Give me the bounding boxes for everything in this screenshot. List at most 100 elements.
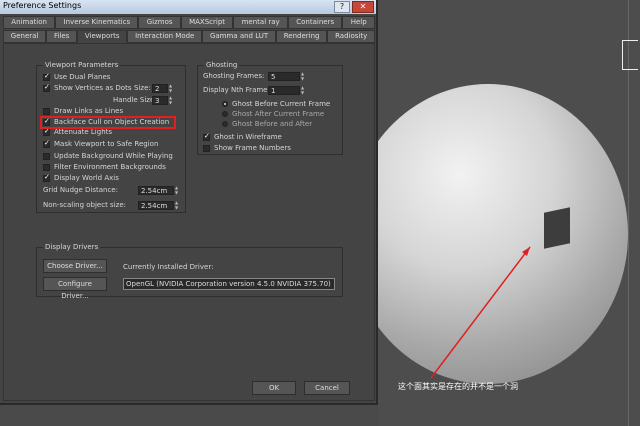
titlebar: Preference Settings ? ✕ [0, 0, 376, 14]
face-patch [544, 207, 570, 249]
show-vertices-checkbox[interactable] [43, 83, 50, 92]
ghosting-frames-label: Ghosting Frames: [203, 72, 265, 80]
tab-interaction-mode[interactable]: Interaction Mode [127, 30, 203, 43]
checkbox-label: Show Frame Numbers [214, 144, 291, 152]
tab-rendering[interactable]: Rendering [275, 30, 328, 43]
tab-gamma-and-lut[interactable]: Gamma and LUT [202, 30, 276, 43]
use-dual-planes-checkbox[interactable] [43, 72, 50, 81]
update-background-checkbox[interactable] [43, 152, 50, 160]
highlight-box [40, 116, 176, 129]
display-drivers-group: Display Drivers Choose Driver... Current… [36, 243, 343, 300]
ghosting-frames-field[interactable]: 5 [268, 71, 300, 81]
display-world-axis-row[interactable]: Display World Axis [43, 173, 119, 183]
sphere-object[interactable] [378, 84, 628, 384]
non-scaling-spinner[interactable]: 2.54cm ▲ ▼ [138, 200, 181, 210]
tab-inverse-kinematics[interactable]: Inverse Kinematics [55, 16, 139, 29]
grid-nudge-label: Grid Nudge Distance: [43, 186, 118, 194]
filter-env-row[interactable]: Filter Environment Backgrounds [43, 162, 166, 172]
checkbox-label: Ghost in Wireframe [214, 133, 282, 141]
tab-animation[interactable]: Animation [3, 16, 56, 29]
spinner-arrows-icon[interactable]: ▲ ▼ [169, 83, 175, 93]
spinner-arrows-icon[interactable]: ▲ ▼ [175, 200, 181, 210]
show-frame-numbers-checkbox[interactable] [203, 144, 210, 152]
checkbox-label: Draw Links as Lines [54, 107, 124, 115]
nth-frame-spinner[interactable]: 1 ▲ ▼ [268, 85, 307, 95]
spinner-arrows-icon[interactable]: ▲ ▼ [301, 85, 307, 95]
spinner-arrows-icon[interactable]: ▲ ▼ [175, 185, 181, 195]
group-title: Display Drivers [43, 243, 101, 251]
radio-label: Ghost After Current Frame [232, 110, 325, 118]
ghost-before-after-radio[interactable] [222, 121, 228, 127]
show-vertices-row[interactable]: Show Vertices as Dots [43, 83, 132, 93]
grid-nudge-field[interactable]: 2.54cm [138, 185, 174, 195]
tab-general[interactable]: General [3, 30, 47, 43]
ok-button[interactable]: OK [252, 381, 296, 395]
tab-row-1: Animation Inverse Kinematics Gizmos MAXS… [3, 16, 375, 29]
show-frame-numbers-row[interactable]: Show Frame Numbers [203, 143, 291, 153]
driver-field: OpenGL (NVIDIA Corporation version 4.5.0… [123, 278, 335, 290]
checkbox-label: Filter Environment Backgrounds [54, 163, 166, 171]
ghost-after-radio[interactable] [222, 111, 228, 117]
ghost-after-row[interactable]: Ghost After Current Frame [222, 109, 324, 119]
display-world-axis-checkbox[interactable] [43, 173, 50, 182]
mask-viewport-checkbox[interactable] [43, 139, 50, 148]
mask-viewport-row[interactable]: Mask Viewport to Safe Region [43, 139, 158, 149]
tab-help[interactable]: Help [342, 16, 375, 29]
radio-label: Ghost Before Current Frame [232, 100, 331, 108]
tab-maxscript[interactable]: MAXScript [180, 16, 234, 29]
close-button[interactable]: ✕ [352, 1, 374, 13]
nth-frame-field[interactable]: 1 [268, 85, 300, 95]
viewcube-icon[interactable] [622, 40, 638, 70]
group-title: Ghosting [204, 61, 240, 69]
handle-size-label: Handle Size: [113, 96, 157, 104]
spinner-arrows-icon[interactable]: ▲ ▼ [169, 95, 175, 105]
tab-radiosity[interactable]: Radiosity [327, 30, 376, 43]
checkbox-label: Mask Viewport to Safe Region [54, 140, 159, 148]
checkbox-label: Display World Axis [54, 174, 119, 182]
choose-driver-button[interactable]: Choose Driver... [43, 259, 107, 273]
grid-nudge-spinner[interactable]: 2.54cm ▲ ▼ [138, 185, 181, 195]
draw-links-checkbox[interactable] [43, 107, 50, 115]
tab-containers[interactable]: Containers [287, 16, 343, 29]
spinner-arrows-icon[interactable]: ▲ ▼ [301, 71, 307, 81]
ghost-before-after-row[interactable]: Ghost Before and After [222, 119, 312, 129]
size-spinner[interactable]: 2 ▲ ▼ [152, 83, 175, 93]
cancel-button[interactable]: Cancel [304, 381, 350, 395]
ghost-wireframe-checkbox[interactable] [203, 132, 210, 141]
use-dual-planes-row[interactable]: Use Dual Planes [43, 72, 110, 82]
help-button[interactable]: ? [334, 1, 350, 13]
tab-row-2: General Files Viewports Interaction Mode… [3, 30, 376, 43]
attenuate-lights-checkbox[interactable] [43, 127, 50, 136]
installed-driver-label: Currently Installed Driver: [123, 263, 214, 271]
checkbox-label: Attenuate Lights [54, 128, 113, 136]
checkbox-label: Use Dual Planes [54, 73, 111, 81]
tab-gizmos[interactable]: Gizmos [138, 16, 181, 29]
group-title: Viewport Parameters [43, 61, 121, 69]
tab-files[interactable]: Files [46, 30, 78, 43]
draw-links-row[interactable]: Draw Links as Lines [43, 106, 123, 116]
configure-driver-button[interactable]: Configure Driver... [43, 277, 107, 300]
tab-mental-ray[interactable]: mental ray [233, 16, 288, 29]
handle-size-field[interactable]: 3 [152, 95, 168, 105]
update-background-row[interactable]: Update Background While Playing [43, 151, 173, 161]
radio-label: Ghost Before and After [232, 120, 313, 128]
ghosting-frames-spinner[interactable]: 5 ▲ ▼ [268, 71, 307, 81]
handle-size-spinner[interactable]: 3 ▲ ▼ [152, 95, 175, 105]
ghost-before-radio[interactable] [222, 101, 228, 107]
ghosting-group: Ghosting Ghosting Frames: 5 ▲ ▼ Display N… [197, 61, 343, 155]
annotation-text: 这个面其实是存在的并不是一个洞 [398, 382, 518, 391]
non-scaling-field[interactable]: 2.54cm [138, 200, 174, 210]
viewports-panel: Viewport Parameters Use Dual Planes Show… [3, 43, 375, 401]
filter-env-checkbox[interactable] [43, 163, 50, 171]
size-field[interactable]: 2 [152, 83, 168, 93]
window-title: Preference Settings [3, 1, 82, 10]
checkbox-label: Update Background While Playing [54, 152, 173, 160]
checkbox-label: Show Vertices as Dots [54, 84, 132, 92]
ghost-wireframe-row[interactable]: Ghost in Wireframe [203, 132, 282, 142]
non-scaling-label: Non-scaling object size: [43, 201, 126, 209]
ghost-before-row[interactable]: Ghost Before Current Frame [222, 99, 330, 109]
preference-dialog: Preference Settings ? ✕ Animation Invers… [0, 0, 378, 405]
viewport[interactable] [378, 0, 640, 426]
tab-viewports[interactable]: Viewports [77, 30, 128, 43]
viewport-parameters-group: Viewport Parameters Use Dual Planes Show… [36, 61, 186, 213]
